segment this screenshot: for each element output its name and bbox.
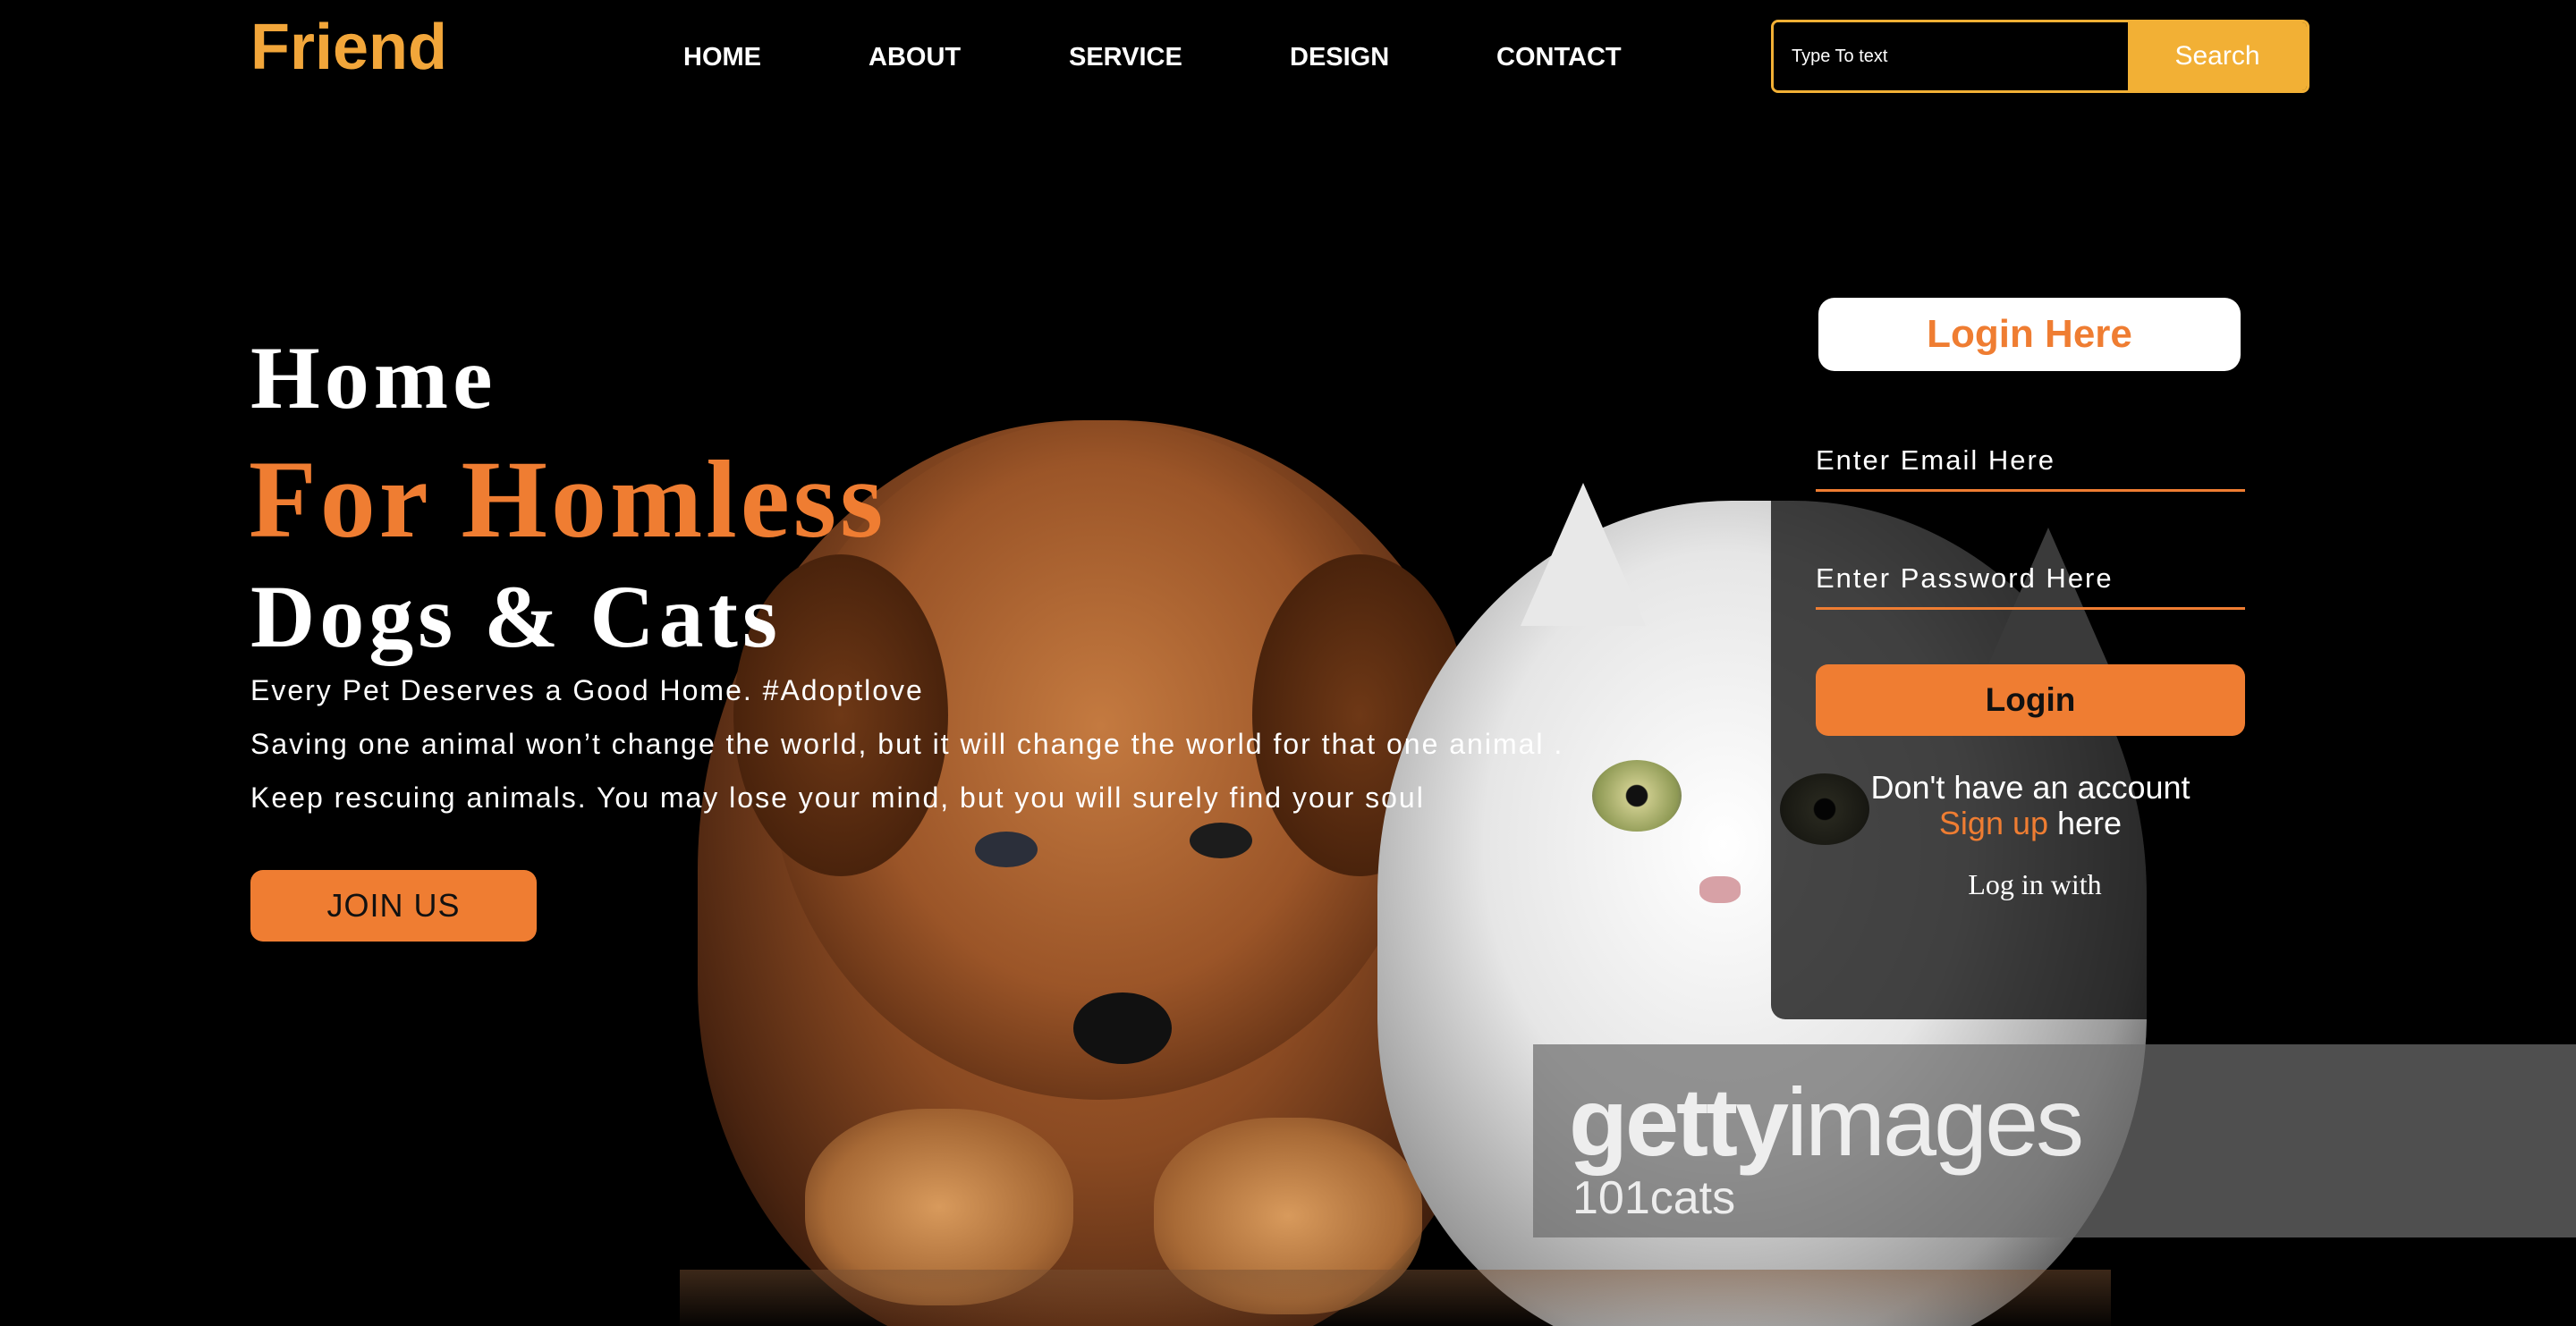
site-logo[interactable]: Friend: [250, 11, 447, 84]
search-bar: Search: [1771, 20, 2309, 93]
floor-reflection: [680, 1270, 2111, 1326]
search-button[interactable]: Search: [2128, 22, 2307, 90]
watermark-brand-light: images: [1786, 1068, 2084, 1176]
cat-nose: [1699, 876, 1741, 903]
hero-title-line2: For Homless: [249, 438, 887, 561]
stock-watermark: gettyimages 101cats: [1533, 1044, 2576, 1237]
email-field-wrapper: [1816, 420, 2245, 492]
login-title: Login Here: [1818, 298, 2241, 371]
nav-item-contact[interactable]: CONTACT: [1496, 43, 1622, 72]
puppy-eye: [1190, 823, 1252, 858]
watermark-sub: 101cats: [1572, 1172, 1736, 1224]
login-panel: Login Here Login Don't have an account S…: [1771, 284, 2258, 1019]
password-field[interactable]: [1816, 538, 2245, 607]
nav-item-design[interactable]: DESIGN: [1290, 43, 1389, 72]
hero-title-line1: Home: [250, 328, 497, 427]
hero-tagline: Every Pet Deserves a Good Home. #Adoptlo…: [250, 674, 924, 706]
nav-item-about[interactable]: ABOUT: [869, 43, 961, 72]
join-us-button[interactable]: JOIN US: [250, 870, 537, 942]
hero-tagline: Saving one animal won’t change the world…: [250, 728, 1564, 760]
no-account-text: Don't have an account: [1870, 769, 2190, 806]
nav-item-service[interactable]: SERVICE: [1069, 43, 1182, 72]
signup-suffix: here: [2048, 805, 2123, 841]
cat-eye: [1592, 760, 1682, 832]
watermark-brand-bold: getty: [1569, 1068, 1789, 1176]
password-field-wrapper: [1816, 538, 2245, 610]
puppy-eye: [975, 832, 1038, 867]
search-input[interactable]: [1774, 22, 2128, 90]
watermark-brand: gettyimages: [1569, 1066, 2084, 1178]
signup-link[interactable]: Sign up: [1939, 805, 2048, 841]
puppy-nose: [1073, 992, 1172, 1064]
signup-line: Sign up here: [1771, 805, 2290, 842]
hero-tagline: Keep rescuing animals. You may lose your…: [250, 781, 1425, 814]
nav-item-home[interactable]: HOME: [683, 43, 761, 72]
hero-title-line3: Dogs & Cats: [250, 567, 782, 666]
login-with-label: Log in with: [1968, 868, 2102, 900]
email-field[interactable]: [1816, 420, 2245, 489]
login-button[interactable]: Login: [1816, 664, 2245, 736]
cat-ear: [1521, 483, 1646, 626]
